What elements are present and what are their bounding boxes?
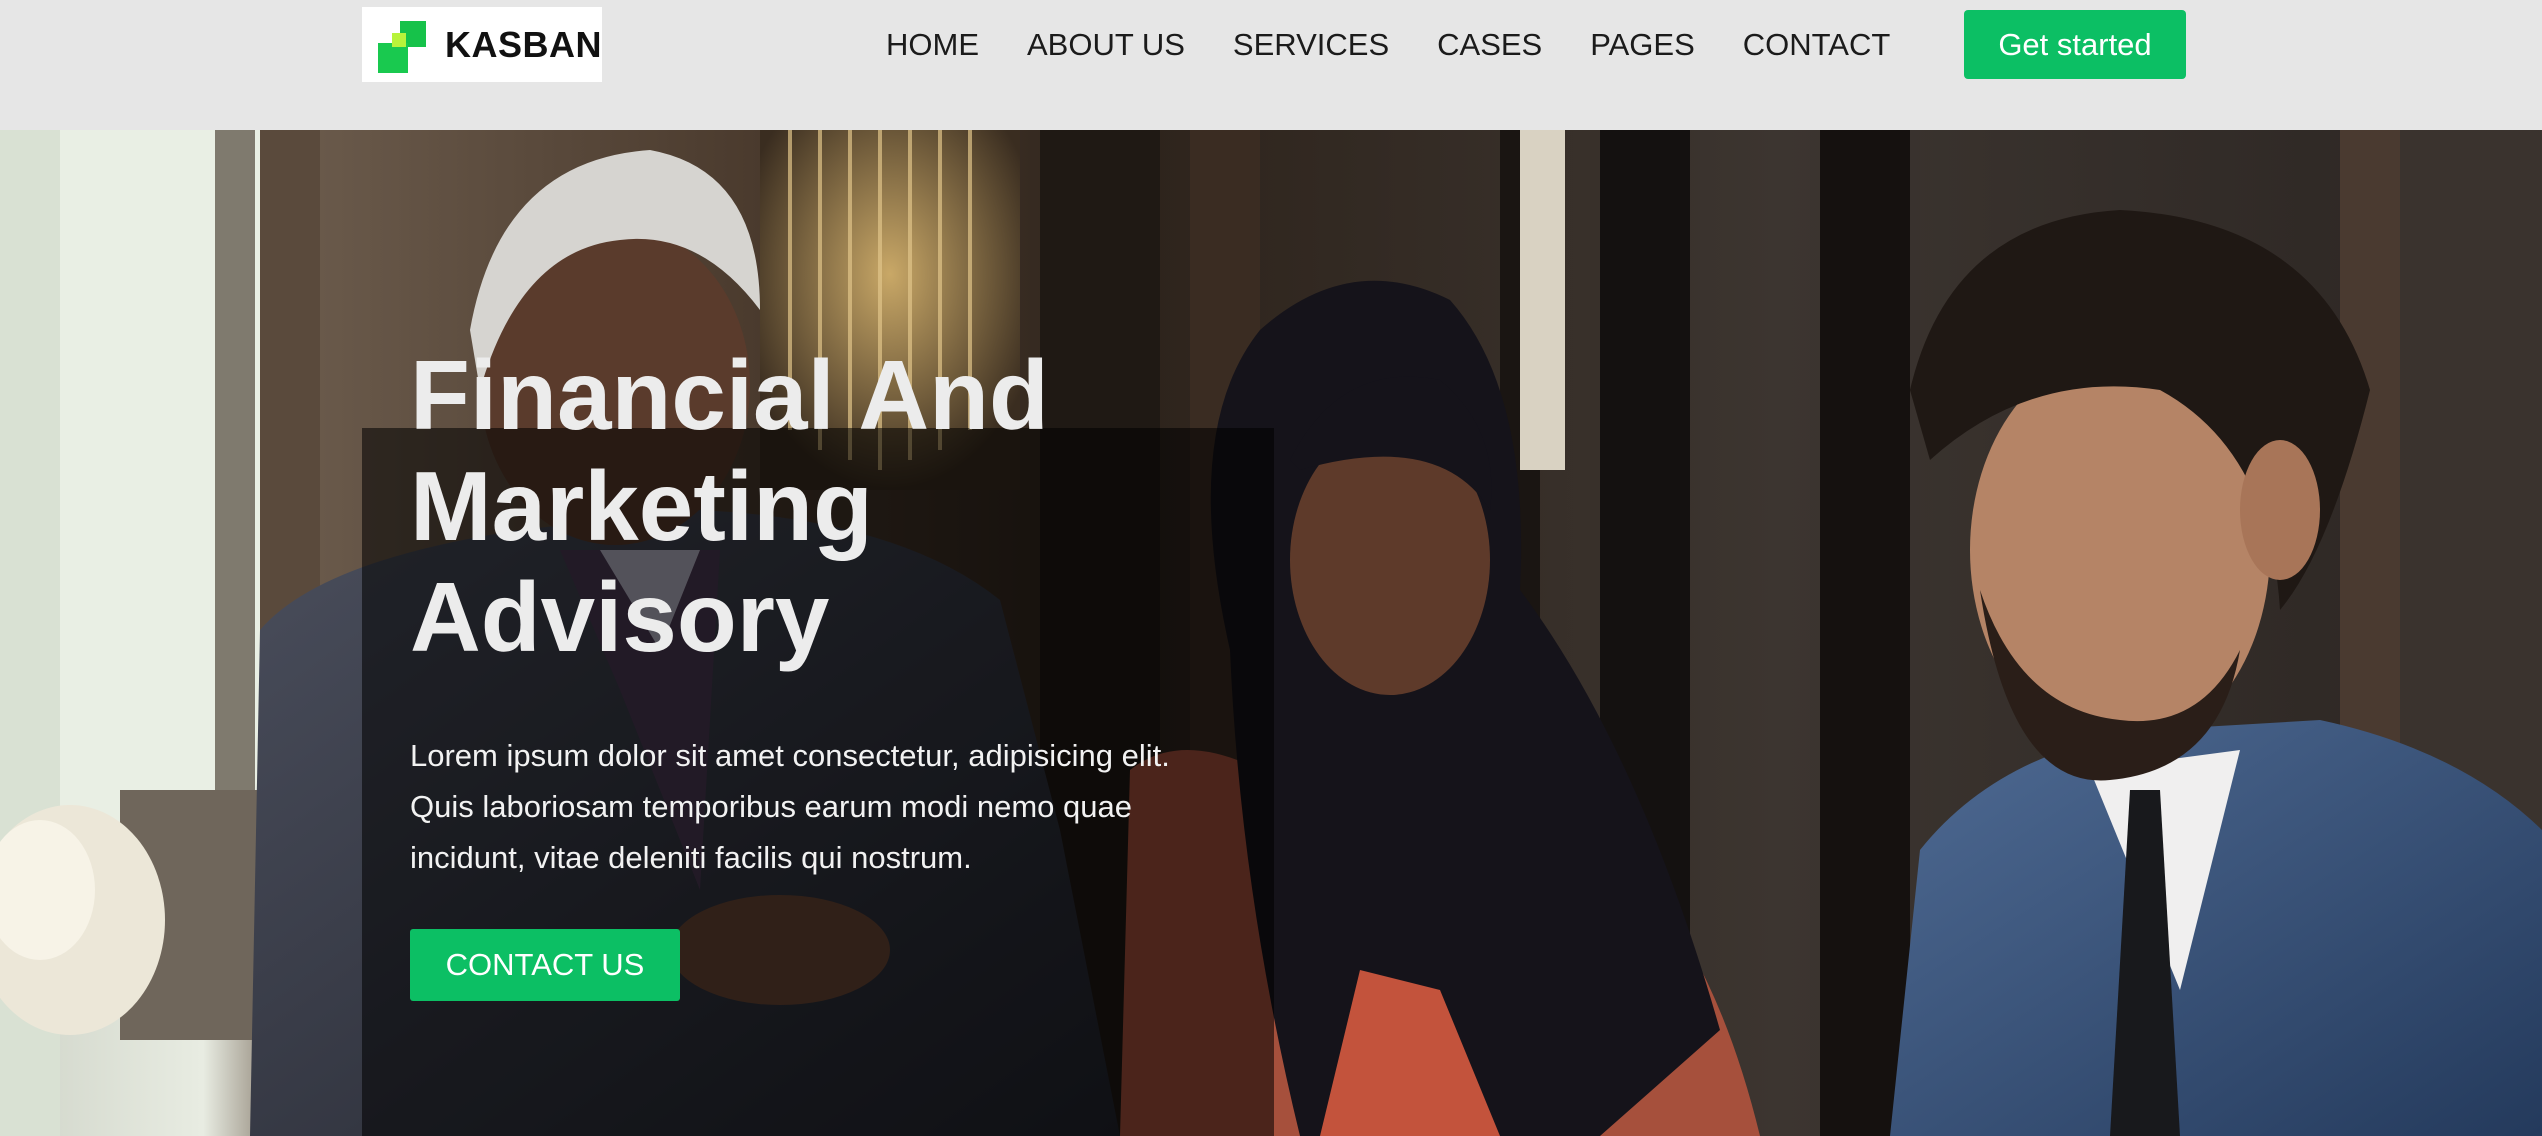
nav-item-about-us[interactable]: ABOUT US (1027, 27, 1185, 63)
logo-squares-icon (378, 15, 433, 75)
hero-description-line-1: Lorem ipsum dolor sit amet consectetur, … (410, 738, 1170, 773)
hero-title-line-2: Marketing (410, 451, 873, 561)
hero-title-line-1: Financial And (410, 340, 1049, 450)
nav-item-pages[interactable]: PAGES (1590, 27, 1695, 63)
hero-description: Lorem ipsum dolor sit amet consectetur, … (410, 730, 1240, 883)
brand-name: KASBAN (444, 23, 602, 65)
hero-description-line-2: Quis laboriosam temporibus earum modi ne… (410, 789, 1132, 824)
site-header: KASBAN HOME ABOUT US SERVICES CASES PAGE… (0, 0, 2542, 130)
nav-item-services[interactable]: SERVICES (1233, 27, 1389, 63)
main-nav: HOME ABOUT US SERVICES CASES PAGES CONTA… (886, 22, 1938, 67)
nav-item-cases[interactable]: CASES (1437, 27, 1542, 63)
contact-us-button[interactable]: CONTACT US (410, 929, 680, 1001)
nav-item-contact[interactable]: CONTACT (1743, 27, 1891, 63)
hero-title: Financial And Marketing Advisory (410, 340, 1230, 673)
brand-logo[interactable]: KASBAN (362, 7, 602, 82)
get-started-button[interactable]: Get started (1964, 10, 2186, 79)
hero-description-line-3: incidunt, vitae deleniti facilis qui nos… (410, 840, 972, 875)
nav-item-home[interactable]: HOME (886, 27, 979, 63)
hero-title-line-3: Advisory (410, 562, 830, 672)
hero-section (0, 130, 2542, 1136)
